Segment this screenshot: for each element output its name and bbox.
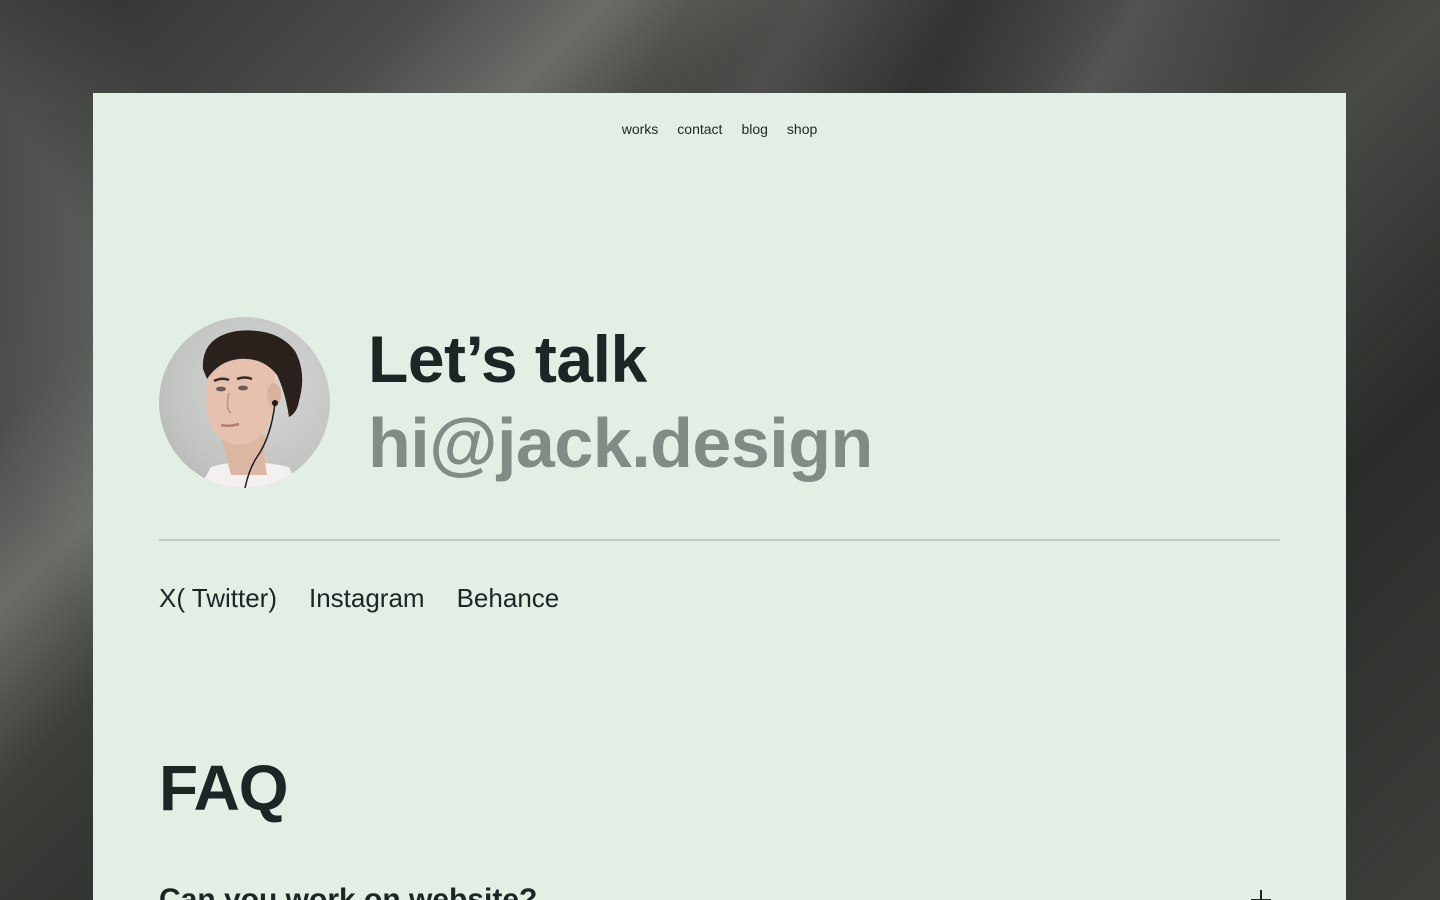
- contact-hero: Let’s talk hi@jack.design: [159, 317, 873, 488]
- email-link[interactable]: hi@jack.design: [368, 401, 873, 485]
- nav-link-contact[interactable]: contact: [677, 121, 722, 137]
- social-link-twitter[interactable]: X( Twitter): [159, 583, 277, 614]
- plus-icon[interactable]: [1251, 890, 1271, 900]
- nav-link-shop[interactable]: shop: [787, 121, 817, 137]
- nav-link-blog[interactable]: blog: [741, 121, 767, 137]
- portrait-illustration: [199, 330, 303, 488]
- social-link-instagram[interactable]: Instagram: [309, 583, 425, 614]
- hero-text: Let’s talk hi@jack.design: [368, 317, 873, 485]
- avatar: [159, 317, 330, 488]
- section-divider: [159, 539, 1280, 541]
- page-card: works contact blog shop Let’s talk hi@ja…: [93, 93, 1346, 900]
- social-link-behance[interactable]: Behance: [457, 583, 560, 614]
- hero-heading: Let’s talk: [368, 321, 647, 396]
- social-links: X( Twitter) Instagram Behance: [159, 583, 559, 614]
- faq-item[interactable]: Can you work on website?: [159, 883, 1271, 900]
- faq-heading: FAQ: [159, 752, 289, 824]
- nav-link-works[interactable]: works: [622, 121, 659, 137]
- faq-question-text: Can you work on website?: [159, 883, 538, 900]
- top-nav: works contact blog shop: [93, 121, 1346, 137]
